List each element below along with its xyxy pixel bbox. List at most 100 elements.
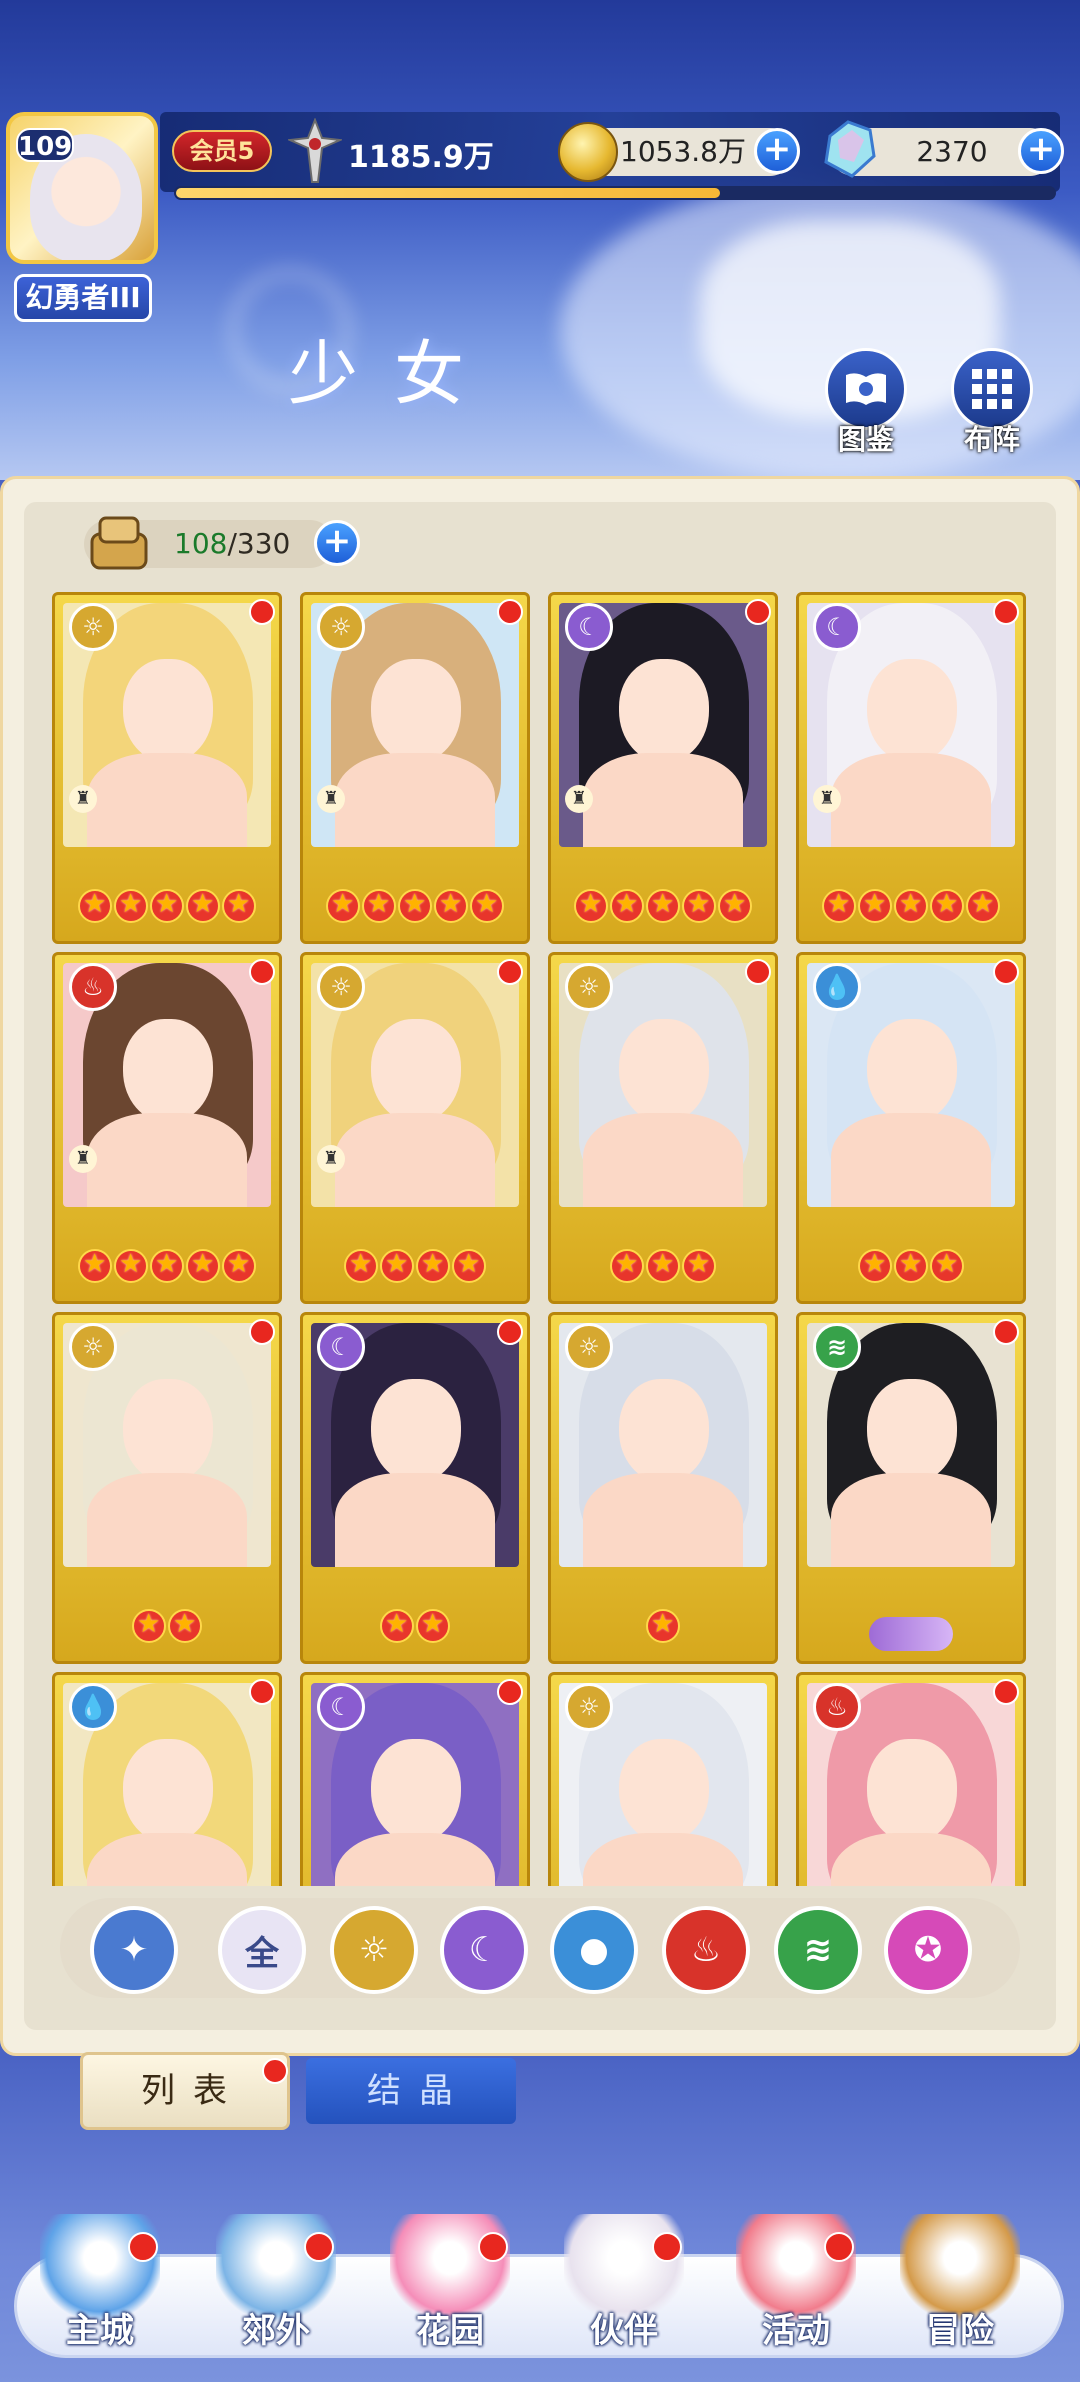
filter-wind[interactable]: ≋	[774, 1906, 862, 1994]
nav-portal[interactable]: 郊外	[196, 2214, 356, 2374]
star-icon	[362, 889, 396, 923]
character-card[interactable]: ☼	[548, 952, 778, 1304]
character-card[interactable]: ☼	[548, 1312, 778, 1664]
notification-dot	[128, 2232, 158, 2262]
tab-list-notification-dot	[262, 2058, 288, 2084]
character-card[interactable]: ≋	[796, 1312, 1026, 1664]
water-element-icon: 💧	[69, 1683, 117, 1731]
sun-element-icon: ☼	[317, 603, 365, 651]
character-card[interactable]: ☾	[300, 1672, 530, 1886]
expand-capacity-button[interactable]: +	[314, 520, 360, 566]
filter-fire[interactable]: ♨	[662, 1906, 750, 1994]
notification-dot	[497, 1679, 523, 1705]
star-icon	[858, 889, 892, 923]
header-background	[0, 0, 1080, 480]
character-card[interactable]: ♨	[796, 1672, 1026, 1886]
nav-label: 郊外	[242, 2311, 310, 2351]
capacity-current: 108	[174, 527, 228, 560]
element-filter-bar	[60, 1898, 1020, 1998]
star-icon	[610, 889, 644, 923]
moon-element-icon: ☾	[317, 1683, 365, 1731]
notification-dot	[824, 2232, 854, 2262]
nav-compass[interactable]: 冒险	[880, 2214, 1040, 2374]
star-icon	[78, 889, 112, 923]
codex-button[interactable]: 图鉴	[818, 348, 914, 478]
star-rating	[551, 1249, 775, 1290]
notification-dot	[993, 1679, 1019, 1705]
player-title-badge[interactable]: 幻勇者III	[14, 274, 152, 322]
tab-list[interactable]: 列表	[80, 2052, 290, 2130]
star-icon	[380, 1249, 414, 1283]
sun-icon: ☼	[358, 1930, 390, 1970]
star-icon	[222, 889, 256, 923]
formation-label: 布阵	[963, 423, 1020, 456]
chess-rook-icon: ♜	[317, 785, 345, 813]
tab-crystal[interactable]: 结晶	[306, 2058, 516, 2124]
chess-rook-icon: ♜	[565, 785, 593, 813]
notification-dot	[652, 2232, 682, 2262]
star-icon	[168, 1609, 202, 1643]
character-card[interactable]: ☾ ♜	[548, 592, 778, 944]
add-gems-button[interactable]: +	[1018, 128, 1064, 174]
character-card[interactable]: 💧	[52, 1672, 282, 1886]
nav-heart[interactable]: 花园	[370, 2214, 530, 2374]
star-icon	[646, 1249, 680, 1283]
character-card[interactable]: ♨ ♜	[52, 952, 282, 1304]
character-card[interactable]: ☾	[300, 1312, 530, 1664]
character-card[interactable]: 💧	[796, 952, 1026, 1304]
add-coins-button[interactable]: +	[754, 128, 800, 174]
star-rating	[799, 1249, 1023, 1290]
filter-star[interactable]: ✪	[884, 1906, 972, 1994]
moon-element-icon: ☾	[565, 603, 613, 651]
fire-icon: ♨	[690, 1930, 722, 1970]
power-icon	[286, 117, 344, 184]
star-rating	[303, 1249, 527, 1290]
filter-all[interactable]: 全	[218, 1906, 306, 1994]
character-card[interactable]: ☼ ♜	[52, 592, 282, 944]
star-icon	[930, 889, 964, 923]
moon-element-icon: ☾	[813, 603, 861, 651]
character-card[interactable]: ☾ ♜	[796, 592, 1026, 944]
page-title: 少女	[288, 333, 500, 415]
wind-icon: ≋	[803, 1930, 833, 1970]
chess-rook-icon: ♜	[69, 785, 97, 813]
filter-moon[interactable]: ☾	[440, 1906, 528, 1994]
star-icon: ✪	[913, 1930, 943, 1970]
character-card[interactable]: ☼ ♜	[300, 952, 530, 1304]
player-level: 109	[16, 128, 75, 162]
star-icon	[930, 1249, 964, 1283]
nav-gift[interactable]: 活动	[716, 2214, 876, 2374]
character-card[interactable]: ☼	[52, 1312, 282, 1664]
wind-element-icon: ≋	[813, 1323, 861, 1371]
filter-water[interactable]: ●	[550, 1906, 638, 1994]
star-icon	[150, 889, 184, 923]
filter-sun[interactable]: ☼	[330, 1906, 418, 1994]
notification-dot	[249, 1679, 275, 1705]
star-rating	[55, 889, 279, 930]
nav-partner[interactable]: 伙伴	[544, 2214, 704, 2374]
character-card[interactable]: ☼	[548, 1672, 778, 1886]
star-rating	[55, 1609, 279, 1650]
moon-icon: ☾	[468, 1930, 500, 1970]
notification-dot	[497, 1319, 523, 1345]
party-icon: ✦	[119, 1930, 149, 1970]
vip-badge[interactable]: 会员5	[172, 130, 272, 172]
star-icon	[452, 1249, 486, 1283]
star-icon	[186, 889, 220, 923]
notification-dot	[745, 959, 771, 985]
filter-party[interactable]: ✦	[90, 1906, 178, 1994]
coin-icon	[558, 122, 618, 182]
sun-element-icon: ☼	[565, 1683, 613, 1731]
sun-element-icon: ☼	[69, 603, 117, 651]
star-icon	[858, 1249, 892, 1283]
character-card[interactable]: ☼ ♜	[300, 592, 530, 944]
notification-dot	[497, 959, 523, 985]
nav-castle[interactable]: 主城	[20, 2214, 180, 2374]
chess-rook-icon: ♜	[69, 1145, 97, 1173]
nav-label: 伙伴	[590, 2311, 658, 2351]
nav-label: 主城	[66, 2311, 134, 2351]
star-icon	[222, 1249, 256, 1283]
notification-dot	[249, 1319, 275, 1345]
formation-button[interactable]: 布阵	[944, 348, 1040, 478]
sun-element-icon: ☼	[565, 1323, 613, 1371]
